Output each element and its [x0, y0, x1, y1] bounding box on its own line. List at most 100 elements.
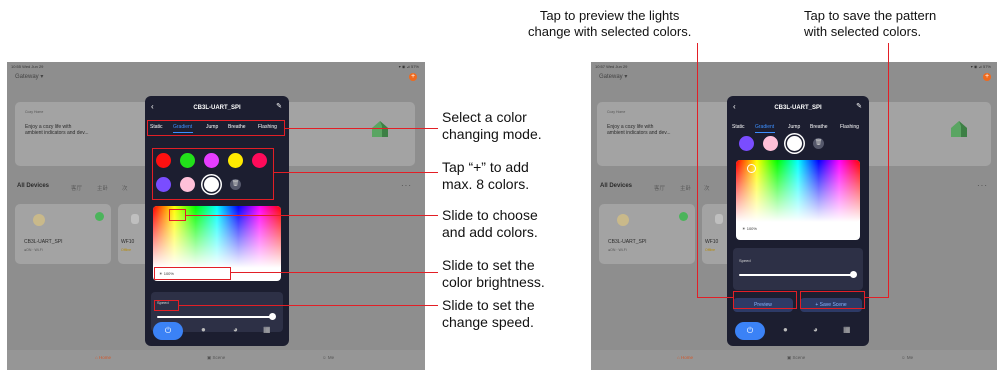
annotation-brightness: Slide to set the color brightness. — [442, 257, 545, 290]
annotation-speed: Slide to set the change speed. — [442, 297, 535, 330]
mode-tab-static[interactable]: Static — [732, 124, 745, 130]
preview-callout-hline — [697, 297, 733, 299]
active-tab-underline — [755, 132, 775, 133]
brightness-readout[interactable]: ☀ 100% — [742, 226, 757, 231]
cozy-home-label: Cozy Home — [607, 110, 626, 114]
add-device-button[interactable]: + — [983, 73, 991, 81]
speed-callout-line — [179, 305, 438, 307]
gateway-selector[interactable]: Gateway ▾ — [599, 73, 627, 80]
speed-slider-knob[interactable] — [850, 271, 857, 278]
speed-card: Speed — [733, 248, 863, 290]
brightness-highlight — [154, 267, 231, 280]
bulb-icon — [617, 214, 629, 226]
annotation-choose: Slide to choose and add colors. — [442, 207, 538, 240]
device-status: Offline — [705, 248, 716, 252]
grid-tab-icon[interactable]: ▦ — [263, 325, 271, 334]
gateway-selector[interactable]: Gateway ▾ — [15, 73, 43, 80]
bulb-tab-icon[interactable]: ● — [783, 325, 788, 334]
device-name: WF10 — [121, 239, 135, 245]
nav-scene-label: Scene — [212, 355, 226, 360]
cozy-home-text: Enjoy a cozy life with ambient indicator… — [25, 124, 89, 137]
right-tablet-screen: 10:57 Wed Jun 29 ▾ ◉ ⊿ 57% Gateway ▾ + C… — [591, 62, 997, 370]
room-tab-2[interactable]: 主卧 — [680, 184, 691, 192]
mode-tab-breathe[interactable]: Breathe — [810, 124, 828, 130]
nav-me-label: Me — [906, 355, 914, 360]
power-toggle-icon[interactable] — [679, 212, 688, 221]
room-tab-2[interactable]: 主卧 — [97, 184, 108, 192]
mode-tab-jump[interactable]: Jump — [788, 124, 800, 130]
device-card-1[interactable]: CB3L-UART_SPI ●ON · Wi-Fi — [599, 204, 695, 264]
speed-slider-knob[interactable] — [269, 313, 276, 320]
status-indicators: ▾ ◉ ⊿ 57% — [398, 64, 419, 69]
bulb-icon — [33, 214, 45, 226]
device-card-1[interactable]: CB3L-UART_SPI ●ON · Wi-Fi — [15, 204, 111, 264]
add-callout-line — [274, 172, 438, 174]
bottom-nav: ⌂ Home ▣ Scene ☺ Me — [7, 350, 425, 370]
add-device-button[interactable]: + — [409, 73, 417, 81]
choose-callout-line — [186, 215, 438, 217]
brightness-value: 100% — [746, 226, 757, 231]
room-tab-3[interactable]: 次 — [704, 184, 710, 192]
me-icon: ☺ — [322, 355, 327, 360]
device-status: Offline — [121, 248, 132, 252]
status-time: 10:55 Wed Jun 29 — [11, 64, 44, 69]
panel-title: CB3L-UART_SPI — [774, 105, 822, 111]
more-icon[interactable]: ··· — [401, 181, 412, 190]
mode-tab-flashing[interactable]: Flashing — [840, 124, 859, 130]
room-tab-1[interactable]: 客厅 — [654, 184, 665, 192]
power-tab-button[interactable]: ⏻ — [153, 322, 183, 340]
nav-scene-label: Scene — [792, 355, 806, 360]
more-icon[interactable]: ··· — [977, 181, 988, 190]
delete-color-icon[interactable]: 🗑 — [813, 138, 824, 149]
picker-highlight — [169, 209, 186, 221]
color-picker-handle[interactable] — [747, 164, 756, 173]
device-name: WF10 — [705, 239, 719, 245]
me-icon: ☺ — [901, 355, 906, 360]
room-tab-1[interactable]: 客厅 — [71, 184, 82, 192]
annotation-preview: Tap to preview the lights change with sel… — [528, 8, 692, 39]
status-indicators: ▾ ◉ ⊿ 57% — [970, 64, 991, 69]
speed-slider[interactable] — [157, 316, 275, 318]
bulb-icon — [715, 214, 723, 224]
nav-me[interactable]: ☺ Me — [901, 355, 913, 360]
all-devices-tab[interactable]: All Devices — [600, 183, 632, 189]
nav-me[interactable]: ☺ Me — [322, 355, 334, 360]
annotation-add: Tap “+” to add max. 8 colors. — [442, 159, 530, 192]
mode-tab-gradient[interactable]: Gradient — [755, 124, 774, 130]
room-tab-3[interactable]: 次 — [122, 184, 128, 192]
save-callout-vline — [888, 43, 890, 298]
color-swatch-selected[interactable] — [787, 136, 802, 151]
all-devices-tab[interactable]: All Devices — [17, 183, 49, 189]
speed-highlight — [154, 300, 179, 311]
edit-icon[interactable]: ✎ — [276, 102, 282, 110]
house-icon — [951, 121, 967, 137]
panel-title: CB3L-UART_SPI — [193, 105, 241, 111]
bulb-icon — [131, 214, 139, 224]
nav-home[interactable]: ⌂ Home — [677, 355, 693, 360]
mode-callout-line — [285, 128, 438, 130]
power-tab-button[interactable]: ⏻ — [735, 322, 765, 340]
save-highlight — [800, 291, 865, 309]
nav-scene[interactable]: ▣ Scene — [787, 355, 805, 361]
nav-me-label: Me — [327, 355, 335, 360]
status-time: 10:57 Wed Jun 29 — [595, 64, 628, 69]
device-status: ●ON · Wi-Fi — [608, 248, 627, 252]
device-name: CB3L-UART_SPI — [608, 239, 647, 245]
sun-icon: ☀ — [742, 226, 746, 231]
palette-tab-icon[interactable]: ◕ — [813, 325, 818, 334]
color-swatch[interactable] — [739, 136, 754, 151]
nav-scene[interactable]: ▣ Scene — [207, 355, 225, 361]
power-toggle-icon[interactable] — [95, 212, 104, 221]
edit-icon[interactable]: ✎ — [856, 102, 862, 110]
color-swatch[interactable] — [763, 136, 778, 151]
scene-icon: ▣ — [787, 355, 792, 360]
bulb-tab-icon[interactable]: ● — [201, 325, 206, 334]
scene-icon: ▣ — [207, 355, 212, 360]
speed-slider[interactable] — [739, 274, 855, 276]
save-callout-hline — [865, 297, 889, 299]
palette-tab-icon[interactable]: ◕ — [233, 325, 238, 334]
grid-tab-icon[interactable]: ▦ — [843, 325, 851, 334]
nav-home[interactable]: ⌂ Home — [95, 355, 111, 360]
home-icon: ⌂ — [677, 355, 680, 360]
mode-tabs-highlight — [147, 120, 285, 136]
